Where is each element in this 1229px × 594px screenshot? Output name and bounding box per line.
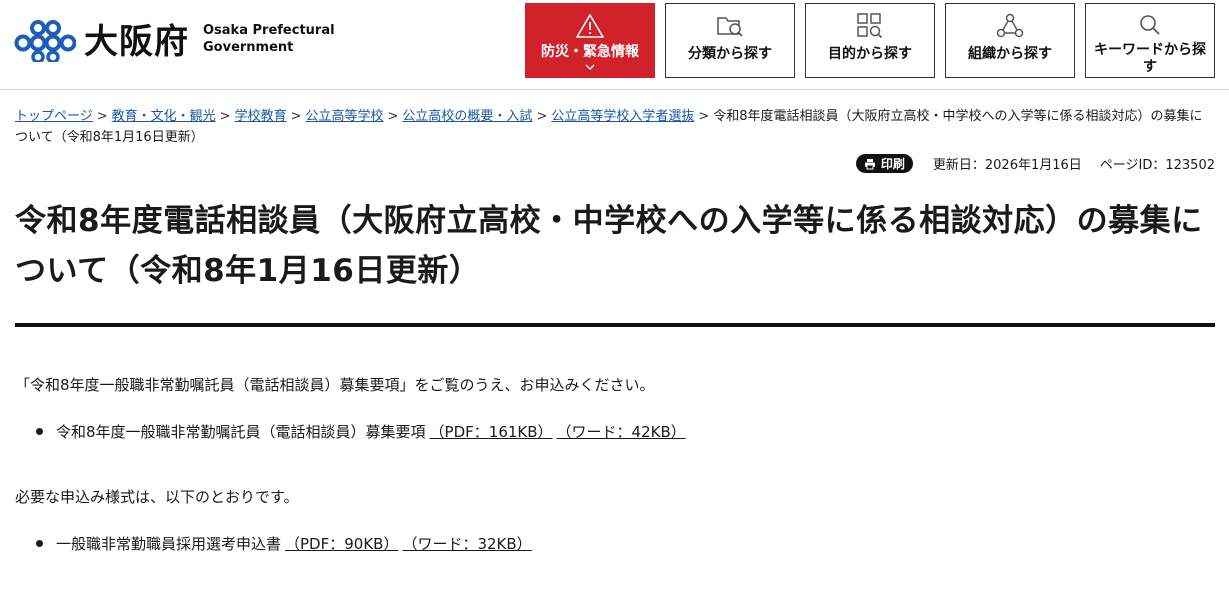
breadcrumb-link-top[interactable]: トップページ (15, 109, 93, 124)
disaster-info-button[interactable]: 防災・緊急情報 (525, 3, 655, 78)
printer-icon (864, 158, 875, 169)
org-tree-icon (996, 13, 1024, 38)
chevron-down-icon (585, 64, 595, 70)
breadcrumb-link-admission-selection[interactable]: 公立高等学校入学者選抜 (551, 109, 694, 124)
forms-intro-text: 必要な申込み様式は、以下のとおりです。 (15, 488, 299, 506)
organization-search-button[interactable]: 組織から探す (945, 3, 1075, 78)
bullet-icon (36, 428, 43, 435)
site-header: 大阪府 Osaka Prefectural Government 防災・緊急情報… (0, 0, 1229, 90)
updated-date: 更新日：2026年1月16日 (932, 158, 1082, 173)
breadcrumb-link-education-culture[interactable]: 教育・文化・観光 (112, 109, 216, 124)
site-logo[interactable]: 大阪府 Osaka Prefectural Government (14, 14, 335, 63)
title-divider (15, 323, 1215, 327)
page-meta: 印刷 更新日：2026年1月16日 ページID：123502 (855, 154, 1215, 173)
breadcrumb-separator: > (698, 109, 710, 124)
category-search-label: 分類から探す (688, 46, 772, 62)
organization-search-label: 組織から探す (968, 46, 1052, 62)
purpose-search-button[interactable]: 目的から探す (805, 3, 935, 78)
keyword-search-label: キーワードから探す (1094, 42, 1206, 75)
list-item: 令和8年度一般職非常勤嘱託員（電話相談員）募集要項 （PDF：161KB） （ワ… (36, 421, 686, 442)
breadcrumb-link-overview-exam[interactable]: 公立高校の概要・入試 (402, 109, 532, 124)
doc1-text: 令和8年度一般職非常勤嘱託員（電話相談員）募集要項 (56, 423, 426, 441)
breadcrumb-separator: > (387, 109, 399, 124)
category-search-button[interactable]: 分類から探す (665, 3, 795, 78)
print-label: 印刷 (880, 157, 905, 171)
logo-text-en: Osaka Prefectural Government (203, 22, 335, 56)
doc2-word-link[interactable]: （ワード：32KB） (402, 533, 531, 554)
disaster-info-label: 防災・緊急情報 (541, 44, 639, 60)
page-id: ページID：123502 (1099, 158, 1215, 173)
doc1-word-link[interactable]: （ワード：42KB） (557, 421, 686, 442)
doc2-pdf-link[interactable]: （PDF：90KB） (285, 533, 398, 554)
page-title: 令和8年度電話相談員（大阪府立高校・中学校への入学等に係る相談対応）の募集につい… (15, 203, 1203, 289)
list-item: 一般職非常勤職員採用選考申込書 （PDF：90KB） （ワード：32KB） (36, 533, 532, 554)
folder-search-icon (717, 17, 743, 37)
logo-text-jp: 大阪府 (84, 22, 189, 62)
breadcrumb-separator: > (290, 109, 302, 124)
keyword-search-button[interactable]: キーワードから探す (1085, 3, 1215, 78)
print-button[interactable]: 印刷 (855, 154, 913, 173)
breadcrumb-link-public-high-school[interactable]: 公立高等学校 (306, 109, 384, 124)
search-icon (1140, 15, 1160, 35)
purpose-search-label: 目的から探す (828, 46, 912, 62)
grid-search-icon (857, 13, 883, 39)
intro-text: 「令和8年度一般職非常勤嘱託員（電話相談員）募集要項」をご覧のうえ、お申込みくだ… (15, 376, 655, 394)
logo-en-line1: Osaka Prefectural (203, 22, 335, 38)
doc1-pdf-link[interactable]: （PDF：161KB） (430, 421, 553, 442)
logo-en-line2: Government (203, 39, 294, 55)
breadcrumb-separator: > (219, 109, 231, 124)
doc2-text: 一般職非常勤職員採用選考申込書 (56, 535, 282, 553)
breadcrumb-link-school-education[interactable]: 学校教育 (235, 109, 287, 124)
breadcrumb-separator: > (96, 109, 108, 124)
breadcrumb: トップページ > 教育・文化・観光 > 学校教育 > 公立高等学校 > 公立高校の概要・入試 > 公… (15, 106, 1215, 148)
breadcrumb-separator: > (536, 109, 548, 124)
warning-icon (576, 14, 604, 38)
bullet-icon (36, 540, 43, 547)
osaka-logo-icon (14, 19, 76, 62)
